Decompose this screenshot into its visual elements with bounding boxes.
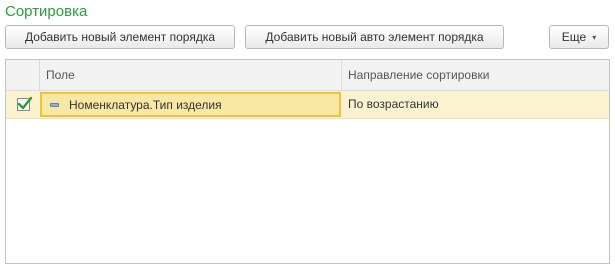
add-order-item-button[interactable]: Добавить новый элемент порядка [5,25,235,49]
add-auto-order-item-label: Добавить новый авто элемент порядка [265,30,484,44]
chevron-down-icon: ▾ [592,32,597,42]
section-title: Сортировка [5,3,88,20]
table-header: Поле Направление сортировки [6,60,609,91]
field-icon [50,102,59,107]
more-button[interactable]: Еще ▾ [549,25,609,49]
header-direction[interactable]: Направление сортировки [342,60,609,90]
table-row[interactable]: Номенклатура.Тип изделия По возрастанию [6,91,609,119]
field-cell[interactable]: Номенклатура.Тип изделия [40,92,341,117]
add-auto-order-item-button[interactable]: Добавить новый авто элемент порядка [245,25,504,49]
field-value: Номенклатура.Тип изделия [69,97,222,112]
sorting-table[interactable]: Поле Направление сортировки Номенклатура… [5,59,610,264]
check-icon [17,96,32,110]
row-check-cell[interactable] [6,91,40,118]
header-check-column [6,60,40,90]
add-order-item-label: Добавить новый элемент порядка [24,30,216,44]
use-checkbox[interactable] [16,96,32,111]
header-field[interactable]: Поле [40,60,342,90]
direction-cell[interactable]: По возрастанию [342,91,439,118]
more-label: Еще [561,30,587,44]
sorting-panel: Сортировка Добавить новый элемент порядк… [0,0,615,268]
